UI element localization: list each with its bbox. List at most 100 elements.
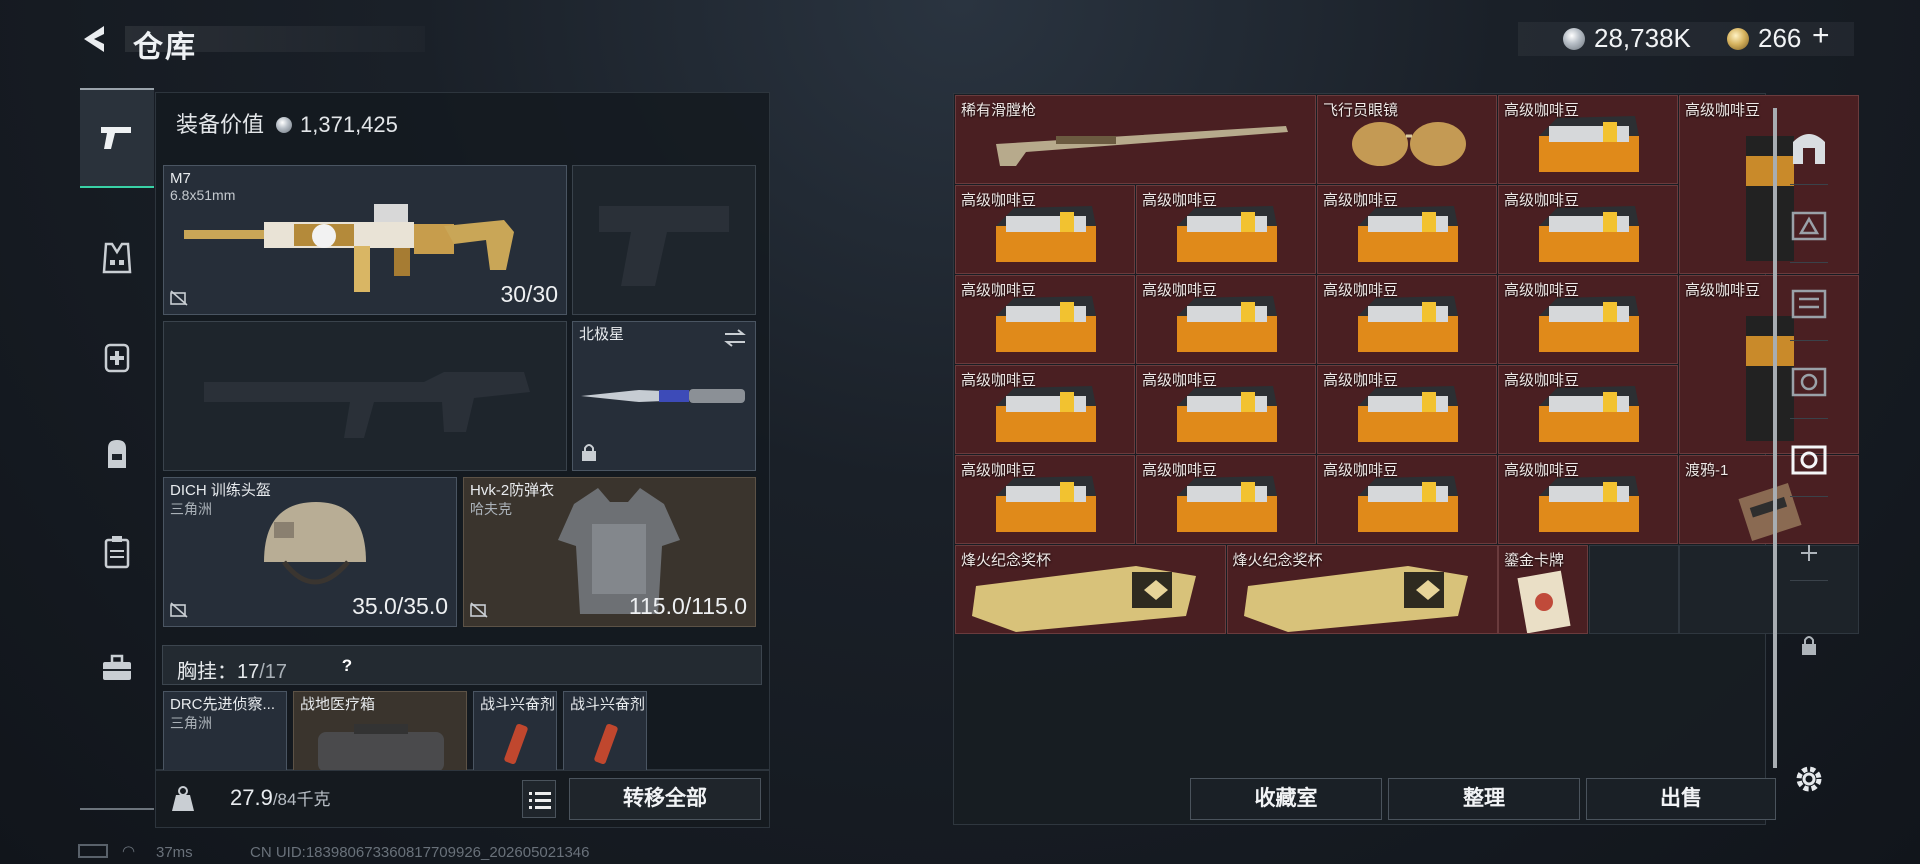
pistol-icon — [101, 127, 131, 149]
stash-item-name: 高级咖啡豆 — [1504, 282, 1580, 299]
rig-item-slot[interactable]: 战斗兴奋剂 — [563, 691, 647, 771]
container-icon — [104, 536, 130, 569]
no-insurance-icon — [470, 602, 488, 618]
gear-icon — [1796, 766, 1822, 792]
add-stash-tab-button[interactable] — [1778, 518, 1840, 588]
sidebar-divider — [80, 808, 154, 810]
stash-item[interactable]: 鎏金卡牌 — [1498, 545, 1588, 634]
stash-item-name: 烽火纪念奖杯 — [961, 552, 1052, 569]
stash-item-name: 高级咖啡豆 — [961, 462, 1037, 479]
stash-panel: 稀有滑膛枪 飞行员眼镜 高级咖啡豆 高级咖啡豆 高级咖啡豆 高级咖啡豆 高级咖啡… — [953, 93, 1859, 825]
stash-item-name: 高级咖啡豆 — [1504, 102, 1580, 119]
rig-item-slot[interactable]: DRC先进侦察... 三角洲 — [163, 691, 287, 771]
stash-item[interactable]: 高级咖啡豆 — [955, 185, 1135, 274]
nav-containers[interactable] — [80, 502, 154, 602]
move-all-button[interactable]: 转移全部 — [569, 778, 761, 820]
sidearm-slot-empty[interactable] — [572, 165, 756, 315]
rig-item-name: 战斗兴奋剂 — [570, 696, 646, 713]
sell-button[interactable]: 出售 — [1586, 778, 1776, 820]
rig-item-slot[interactable]: 战斗兴奋剂 — [473, 691, 557, 771]
arch-icon — [1793, 134, 1825, 164]
rig-item-name: 战地医疗箱 — [300, 696, 376, 713]
armor-faction: 哈夫克 — [470, 501, 512, 517]
uid-text: CN UID:18398067336081770992​6_2026050213… — [250, 844, 590, 861]
stash-item[interactable]: 高级咖啡豆 — [1136, 275, 1316, 364]
body-armor-slot[interactable]: Hvk-2防弹衣 哈夫克 115.0/115.0 — [463, 477, 756, 627]
settings-button[interactable] — [1778, 744, 1840, 814]
silver-coin-icon — [276, 117, 293, 133]
stash-item[interactable]: 稀有滑膛枪 — [955, 95, 1316, 184]
stash-item[interactable]: 高级咖啡豆 — [1498, 455, 1678, 544]
stash-item[interactable]: 高级咖啡豆 — [1498, 275, 1678, 364]
tab-stash-4[interactable] — [1778, 346, 1840, 416]
stash-item[interactable]: 高级咖啡豆 — [1136, 365, 1316, 454]
helmet-slot[interactable]: DICH 训练头盔 三角洲 35.0/35.0 — [163, 477, 457, 627]
helmet-faction: 三角洲 — [170, 501, 212, 517]
medical-box-image — [318, 724, 444, 770]
stash-item[interactable]: 高级咖啡豆 — [1317, 275, 1497, 364]
tab-arch[interactable] — [1778, 112, 1840, 182]
category-sidebar — [80, 88, 154, 810]
nav-armor[interactable] — [80, 208, 154, 308]
stash-item[interactable]: 高级咖啡豆 — [1317, 365, 1497, 454]
stash-item-name: 高级咖啡豆 — [1504, 372, 1580, 389]
stash-item-name: 高级咖啡豆 — [1323, 372, 1399, 389]
armor-name: Hvk-2防弹衣 — [470, 482, 555, 499]
secondary-weapon-slot-empty[interactable] — [163, 321, 567, 471]
stash-item[interactable]: 高级咖啡豆 — [1498, 95, 1678, 184]
tab-stash-4-active[interactable] — [1778, 424, 1840, 494]
nav-backpack[interactable] — [80, 404, 154, 504]
battery-icon — [78, 844, 108, 858]
stash-item-name: 鎏金卡牌 — [1504, 552, 1565, 569]
toolbox-icon — [103, 654, 131, 680]
swap-icon[interactable] — [723, 328, 747, 348]
add-currency-button[interactable]: + — [1812, 19, 1830, 53]
stash-item-name: 稀有滑膛枪 — [961, 102, 1037, 119]
stash-item[interactable]: 高级咖啡豆 — [1136, 455, 1316, 544]
stash-item[interactable]: 高级咖啡豆 — [1498, 365, 1678, 454]
stash-item[interactable]: 高级咖啡豆 — [955, 455, 1135, 544]
melee-weapon-slot[interactable]: 北极星 — [572, 321, 756, 471]
tab-stash-3[interactable] — [1778, 268, 1840, 338]
nav-medical[interactable] — [80, 306, 154, 406]
help-icon[interactable]: ? — [335, 654, 359, 678]
status-bar: ◠ 37ms CN UID:18398067336081770992​6_202… — [78, 843, 978, 864]
no-insurance-icon — [170, 290, 188, 306]
backpack-icon — [108, 440, 126, 468]
gold-coin-icon — [1727, 28, 1749, 50]
list-icon — [529, 792, 551, 809]
page-title: 仓库 — [133, 31, 197, 64]
nav-weapons[interactable] — [80, 88, 154, 188]
stash-empty-cell[interactable] — [1588, 545, 1679, 634]
primary-weapon-slot[interactable]: M7 6.8x51mm 30/30 — [163, 165, 567, 315]
stash-item[interactable]: 飞行员眼镜 — [1317, 95, 1497, 184]
stash-item[interactable]: 烽火纪念奖杯 — [1226, 545, 1498, 634]
stash-item[interactable]: 高级咖啡豆 — [955, 365, 1135, 454]
stash-item-name: 渡鸦-1 — [1685, 462, 1729, 479]
back-arrow-icon[interactable] — [78, 22, 112, 56]
stash-item[interactable]: 烽火纪念奖杯 — [955, 545, 1226, 634]
rig-item-slot[interactable]: 战地医疗箱 — [293, 691, 467, 771]
rifle-silhouette-icon — [204, 372, 530, 438]
stash-item[interactable]: 高级咖啡豆 — [1136, 185, 1316, 274]
armor-durability: 115.0/115.0 — [628, 593, 747, 619]
rig-item-name: DRC先进侦察... — [170, 696, 276, 713]
wifi-icon: ◠ — [122, 843, 136, 860]
stash-item-name: 高级咖啡豆 — [961, 282, 1037, 299]
collection-room-button[interactable]: 收藏室 — [1190, 778, 1382, 820]
list-view-button[interactable] — [522, 780, 556, 818]
equipment-value-label: 装备价值 — [176, 112, 265, 137]
stash-item[interactable]: 高级咖啡豆 — [1317, 455, 1497, 544]
tab-stash-1[interactable] — [1778, 190, 1840, 260]
stash-item[interactable]: 高级咖啡豆 — [1498, 185, 1678, 274]
stash-scrollbar[interactable] — [1773, 108, 1777, 768]
stash-item-name: 高级咖啡豆 — [1323, 192, 1399, 209]
carry-weight: 27.9/84千克 — [230, 785, 331, 810]
sort-button[interactable]: 整理 — [1388, 778, 1580, 820]
equipment-value: 装备价值 1,371,425 — [176, 107, 398, 139]
stash-item[interactable]: 高级咖啡豆 — [955, 275, 1135, 364]
chest-rig-bar[interactable]: 胸挂：17/17 ? — [162, 645, 762, 685]
nav-toolbox[interactable] — [80, 618, 154, 718]
stash-item[interactable]: 高级咖啡豆 — [1317, 185, 1497, 274]
chest-rig-label: 胸挂：17/17 — [177, 661, 288, 683]
